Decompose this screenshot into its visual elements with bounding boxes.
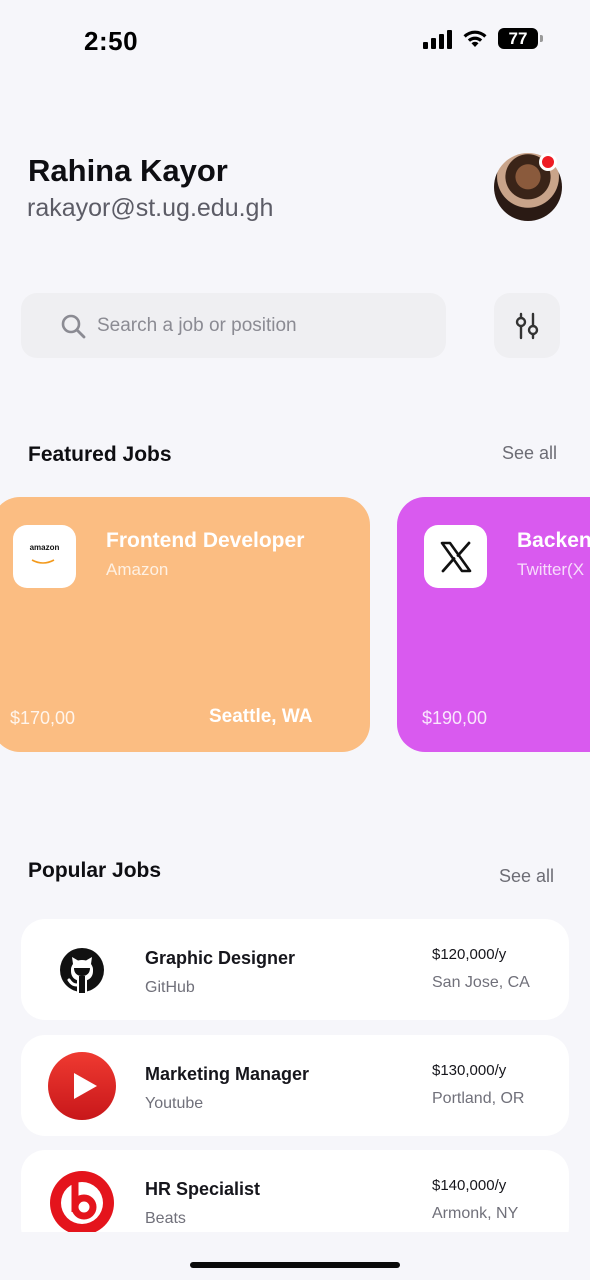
bottom-safe-area xyxy=(0,1232,590,1280)
job-title: Graphic Designer xyxy=(145,948,296,968)
search-icon xyxy=(61,314,86,338)
github-icon xyxy=(47,935,117,1005)
popular-see-all-link[interactable]: See all xyxy=(499,866,554,887)
job-location: Armonk, NY xyxy=(432,1205,519,1222)
job-salary: $120,000/y xyxy=(432,946,507,963)
amazon-logo-icon: amazon xyxy=(13,525,76,588)
job-location: Portland, OR xyxy=(432,1090,525,1107)
search-input[interactable] xyxy=(97,314,397,337)
job-company: Beats xyxy=(145,1210,186,1227)
home-indicator[interactable] xyxy=(190,1262,400,1268)
youtube-icon xyxy=(47,1051,117,1121)
job-title: Backen xyxy=(517,529,590,552)
job-company: Amazon xyxy=(106,560,169,579)
cellular-signal-icon xyxy=(423,29,452,49)
featured-job-card[interactable]: Backen Twitter(X $190,00 xyxy=(397,497,590,752)
featured-see-all-link[interactable]: See all xyxy=(502,443,557,464)
job-company: Twitter(X xyxy=(517,560,585,579)
wifi-icon xyxy=(463,30,487,47)
job-title: Marketing Manager xyxy=(145,1064,310,1084)
job-title: HR Specialist xyxy=(145,1179,261,1199)
battery-indicator: 77 xyxy=(498,28,543,49)
job-salary: $140,000/y xyxy=(432,1177,507,1194)
job-location: Seattle, WA xyxy=(209,706,313,727)
featured-job-card[interactable]: amazon Frontend Developer Amazon $170,00… xyxy=(0,497,370,752)
popular-jobs-title: Popular Jobs xyxy=(28,859,162,882)
job-salary: $190,00 xyxy=(422,708,488,728)
status-time: 2:50 xyxy=(84,26,139,56)
sliders-icon xyxy=(515,312,539,339)
search-bar[interactable] xyxy=(21,293,446,358)
popular-job-item[interactable]: Graphic Designer GitHub $120,000/y San J… xyxy=(21,919,569,1020)
job-salary: $130,000/y xyxy=(432,1062,507,1079)
job-location: San Jose, CA xyxy=(432,974,530,991)
job-company: Youtube xyxy=(145,1095,204,1112)
beats-icon xyxy=(47,1168,117,1238)
job-company: GitHub xyxy=(145,979,195,996)
filter-button[interactable] xyxy=(494,293,560,358)
popular-job-item[interactable]: Marketing Manager Youtube $130,000/y Por… xyxy=(21,1035,569,1136)
featured-jobs-title: Featured Jobs xyxy=(28,443,172,466)
job-salary: $170,00 xyxy=(10,708,76,728)
job-home-screen: 2:50 77 Rahina Kayor rakayor@st.ug.edu.g… xyxy=(0,0,590,1280)
job-title: Frontend Developer xyxy=(106,529,305,552)
status-icons: 77 xyxy=(423,28,543,49)
user-name: Rahina Kayor xyxy=(28,153,228,188)
user-email: rakayor@st.ug.edu.gh xyxy=(27,194,274,222)
x-logo-icon xyxy=(424,525,487,588)
notification-dot xyxy=(539,153,557,171)
